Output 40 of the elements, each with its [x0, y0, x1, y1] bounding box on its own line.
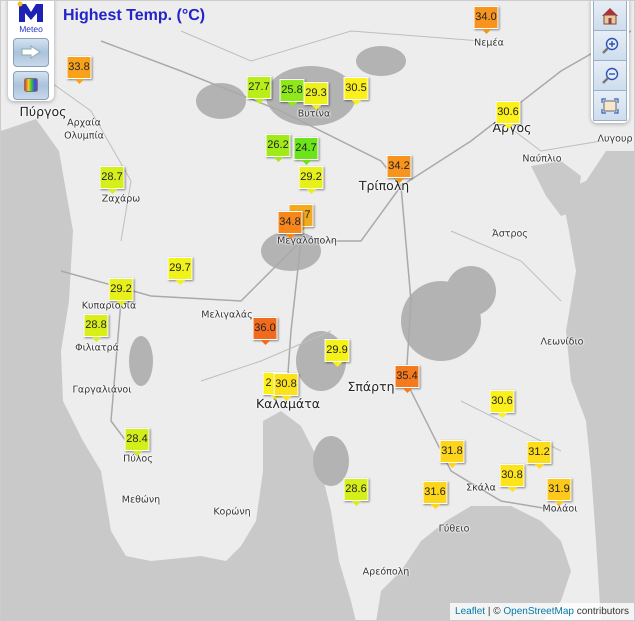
- place-label: Μολάοι: [542, 504, 578, 514]
- place-label: Ζαχάρω: [102, 194, 140, 204]
- logo-icon: [17, 1, 45, 23]
- place-label: Αρχαία: [67, 118, 101, 128]
- place-label: Μεγαλόπολη: [277, 236, 337, 246]
- arrow-icon: [21, 45, 41, 59]
- place-label: Φιλιατρά: [75, 343, 119, 353]
- zoom-in-icon: [601, 36, 619, 54]
- zoom-out-icon: [601, 66, 619, 84]
- place-label: Λυγουρ: [598, 134, 632, 144]
- place-label: Πύργος: [20, 106, 66, 118]
- place-label: Κορώνη: [213, 507, 251, 517]
- place-label: Γαργαλιάνοι: [72, 385, 132, 395]
- logo-text: Meteo: [19, 25, 43, 34]
- rainbow-icon: [24, 78, 38, 92]
- openstreetmap-link[interactable]: OpenStreetMap: [503, 606, 574, 617]
- attribution-text: Leaflet | © OpenStreetMap contributors: [450, 603, 634, 620]
- home-button[interactable]: [593, 1, 627, 31]
- map-title: Highest Temp. (°C): [63, 6, 206, 26]
- place-label: Γύθειο: [438, 524, 470, 534]
- place-label: Λεωνίδιο: [540, 337, 584, 347]
- place-label: Βυτίνα: [298, 109, 330, 119]
- place-label: Νεμέα: [474, 38, 504, 48]
- color-scale-button[interactable]: [13, 70, 49, 100]
- forward-button[interactable]: [13, 38, 49, 66]
- place-label: Σκάλα: [466, 483, 496, 493]
- leaflet-link[interactable]: Leaflet: [455, 606, 486, 617]
- fullscreen-icon: [601, 98, 619, 114]
- home-icon: [600, 6, 620, 24]
- place-label: Ολυμπία: [64, 131, 104, 141]
- zoom-out-button[interactable]: [593, 61, 627, 91]
- fullscreen-button[interactable]: [593, 91, 627, 121]
- place-label: Σπάρτη: [347, 380, 395, 394]
- place-label: Ναύπλιο: [522, 154, 562, 164]
- place-label: Πύλος: [123, 454, 153, 464]
- place-label: Αρεόπολη: [362, 567, 410, 577]
- zoom-in-button[interactable]: [593, 31, 627, 61]
- place-label: Μελιγαλάς: [201, 310, 253, 320]
- place-label: Μεθώνη: [122, 495, 160, 505]
- place-label: Άστρος: [492, 229, 528, 239]
